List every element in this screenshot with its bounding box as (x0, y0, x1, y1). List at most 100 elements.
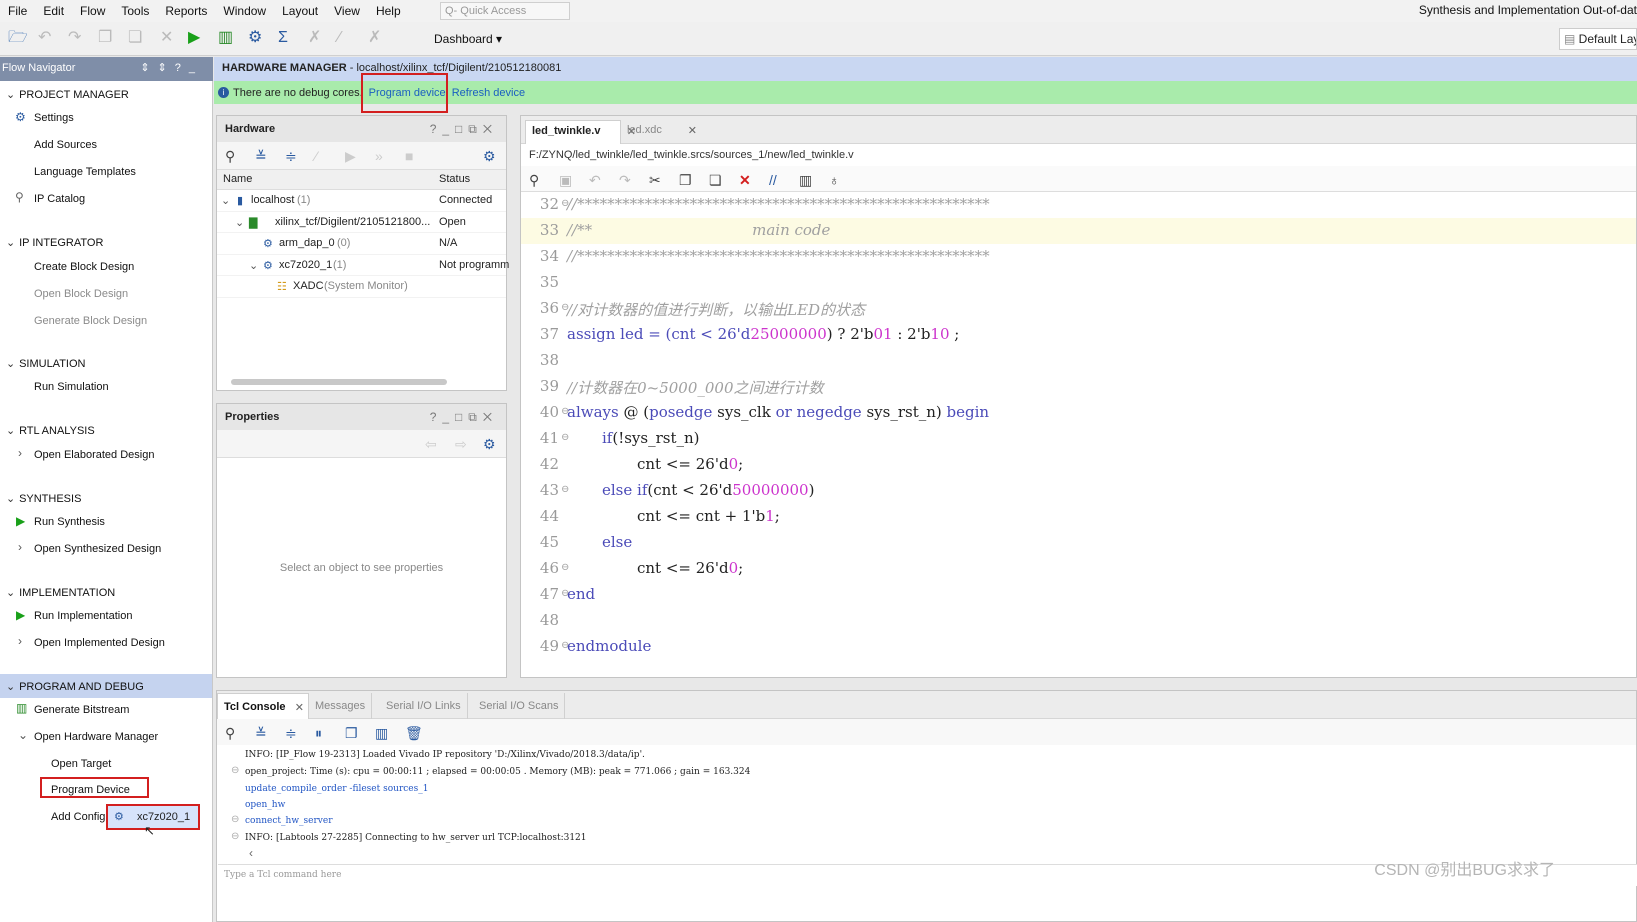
menu-file[interactable]: File (0, 4, 35, 18)
search-icon[interactable]: ⚲ (225, 725, 235, 742)
copy-icon[interactable]: ❐ (679, 172, 692, 189)
flow-nav-controls-icon[interactable]: ⇕⇕?_ (140, 61, 203, 74)
tab-led-twinkle[interactable]: led_twinkle.v ✕ (525, 120, 636, 144)
back-arrow-icon[interactable]: ⇦ (425, 436, 437, 453)
refresh-device-link[interactable]: Refresh device (452, 87, 525, 99)
lightbulb-icon[interactable]: ♁ (829, 172, 840, 188)
tab-messages[interactable]: Messages (309, 693, 373, 719)
nav-language-templates[interactable]: Language Templates (34, 166, 136, 178)
chevron-right-icon[interactable]: › (18, 541, 22, 553)
default-layout-select[interactable]: ▤ Default Lay (1559, 28, 1637, 50)
collapse-all-icon[interactable]: ≚ (255, 725, 267, 742)
column-icon[interactable]: ▥ (799, 172, 812, 189)
nav-add-sources[interactable]: Add Sources (34, 139, 97, 151)
column-icon[interactable]: ▥ (375, 725, 388, 742)
quick-access-input[interactable]: Q- Quick Access (440, 2, 570, 20)
forward-arrow-icon[interactable]: ⇨ (455, 436, 467, 453)
nav-generate-bitstream[interactable]: Generate Bitstream (34, 704, 129, 716)
chevron-down-icon[interactable]: ⌄ (249, 259, 258, 272)
nav-generate-block-design[interactable]: Generate Block Design (34, 315, 147, 327)
settings-gear-icon[interactable]: ⚙ (248, 30, 262, 46)
paste-icon[interactable]: ❏ (709, 172, 722, 189)
menu-edit[interactable]: Edit (35, 4, 72, 18)
menu-tools[interactable]: Tools (113, 4, 157, 18)
menu-reports[interactable]: Reports (157, 4, 215, 18)
section-project-manager[interactable]: ⌄ PROJECT MANAGER (6, 88, 129, 101)
panel-controls-icon[interactable]: ?_□⧉✕ (430, 122, 498, 137)
cut-icon[interactable]: ✂ (649, 172, 661, 189)
tool-icon-3[interactable]: ✗ (368, 30, 381, 46)
nav-ip-catalog[interactable]: IP Catalog (34, 193, 85, 205)
chevron-down-icon[interactable]: ⌄ (235, 216, 244, 229)
collapse-all-icon[interactable]: ≚ (255, 148, 267, 165)
tab-led-xdc[interactable]: led.xdc ✕ (621, 120, 697, 144)
menu-flow[interactable]: Flow (72, 4, 113, 18)
comment-toggle-icon[interactable]: // (769, 172, 777, 188)
section-ip-integrator[interactable]: ⌄ IP INTEGRATOR (6, 236, 103, 249)
tool-icon-2[interactable]: ⁄ (338, 30, 341, 46)
chevron-down-icon[interactable]: ⌄ (221, 194, 230, 207)
table-row[interactable]: ⚙ arm_dap_0 (0) N/A (217, 233, 506, 255)
menu-window[interactable]: Window (215, 4, 274, 18)
nav-run-simulation[interactable]: Run Simulation (34, 381, 109, 393)
open-project-icon[interactable]: 🗁 (8, 30, 28, 46)
pause-icon[interactable]: ⏸ (315, 725, 322, 742)
menu-help[interactable]: Help (368, 4, 409, 18)
fold-icon[interactable]: ⊖ (231, 831, 239, 842)
delete-icon[interactable]: ✕ (160, 30, 173, 46)
section-implementation[interactable]: ⌄ IMPLEMENTATION (6, 586, 115, 599)
nav-open-elaborated-design[interactable]: Open Elaborated Design (34, 449, 154, 461)
redo-icon[interactable]: ↷ (619, 172, 631, 189)
redo-icon[interactable]: ↷ (68, 30, 81, 46)
auto-connect-icon[interactable]: ⁄ (315, 148, 317, 164)
fold-icon[interactable]: ⊖ (561, 484, 569, 495)
nav-open-implemented-design[interactable]: Open Implemented Design (34, 637, 165, 649)
close-icon[interactable]: ✕ (295, 701, 304, 714)
tool-icon-1[interactable]: ✗ (308, 30, 321, 46)
settings-gear-icon[interactable]: ⚙ (483, 436, 496, 453)
scroll-left-icon[interactable]: ‹ (249, 846, 253, 860)
horizontal-scrollbar[interactable] (221, 378, 502, 386)
delete-icon[interactable]: ✕ (739, 172, 751, 189)
undo-icon[interactable]: ↶ (589, 172, 601, 189)
paste-icon[interactable]: ❏ (128, 30, 142, 46)
nav-open-block-design[interactable]: Open Block Design (34, 288, 128, 300)
menu-layout[interactable]: Layout (274, 4, 326, 18)
sigma-icon[interactable]: Σ (278, 30, 288, 46)
table-row[interactable]: ⌄ ▮ localhost (1) Connected (217, 190, 506, 212)
panel-controls-icon[interactable]: ?_□⧉✕ (430, 410, 498, 425)
nav-run-synthesis[interactable]: Run Synthesis (34, 516, 105, 528)
table-row[interactable]: ☷ XADC (System Monitor) (217, 276, 506, 298)
nav-open-synthesized-design[interactable]: Open Synthesized Design (34, 543, 161, 555)
section-rtl-analysis[interactable]: ⌄ RTL ANALYSIS (6, 424, 95, 437)
copy-icon[interactable]: ❐ (345, 725, 358, 742)
chevron-right-icon[interactable]: › (18, 635, 22, 647)
nav-run-implementation[interactable]: Run Implementation (34, 610, 132, 622)
fold-icon[interactable]: ⊖ (231, 814, 239, 825)
expand-all-icon[interactable]: ≑ (285, 725, 297, 742)
chevron-right-icon[interactable]: › (18, 447, 22, 459)
close-icon[interactable]: ✕ (688, 124, 697, 137)
chevron-down-icon[interactable]: ⌄ (18, 729, 28, 741)
table-row[interactable]: ⌄ ▇ xilinx_tcf/Digilent/2105121800... Open (217, 212, 506, 233)
run-icon[interactable]: ▶ (188, 30, 200, 46)
nav-add-config[interactable]: Add Config (51, 811, 105, 823)
section-program-debug[interactable]: ⌄ PROGRAM AND DEBUG (6, 680, 144, 693)
settings-gear-icon[interactable]: ⚙ (483, 148, 496, 165)
nav-settings[interactable]: Settings (34, 112, 74, 124)
fold-icon[interactable]: ⊖ (561, 562, 569, 573)
table-row[interactable]: ⌄ ⚙ xc7z020_1 (1) Not programm (217, 255, 509, 276)
nav-open-target[interactable]: Open Target (51, 758, 111, 770)
copy-icon[interactable]: ❐ (98, 30, 112, 46)
fold-icon[interactable]: ⊖ (231, 765, 239, 776)
bitstream-icon[interactable]: ▥ (218, 30, 233, 46)
menu-view[interactable]: View (326, 4, 368, 18)
scrollbar-thumb[interactable] (231, 379, 447, 385)
expand-all-icon[interactable]: ≑ (285, 148, 297, 165)
nav-create-block-design[interactable]: Create Block Design (34, 261, 134, 273)
trash-icon[interactable]: 🗑 (405, 725, 423, 742)
save-icon[interactable]: ▣ (559, 172, 572, 189)
stop-icon[interactable]: ■ (405, 148, 413, 164)
section-synthesis[interactable]: ⌄ SYNTHESIS (6, 492, 81, 505)
search-icon[interactable]: ⚲ (529, 172, 539, 189)
